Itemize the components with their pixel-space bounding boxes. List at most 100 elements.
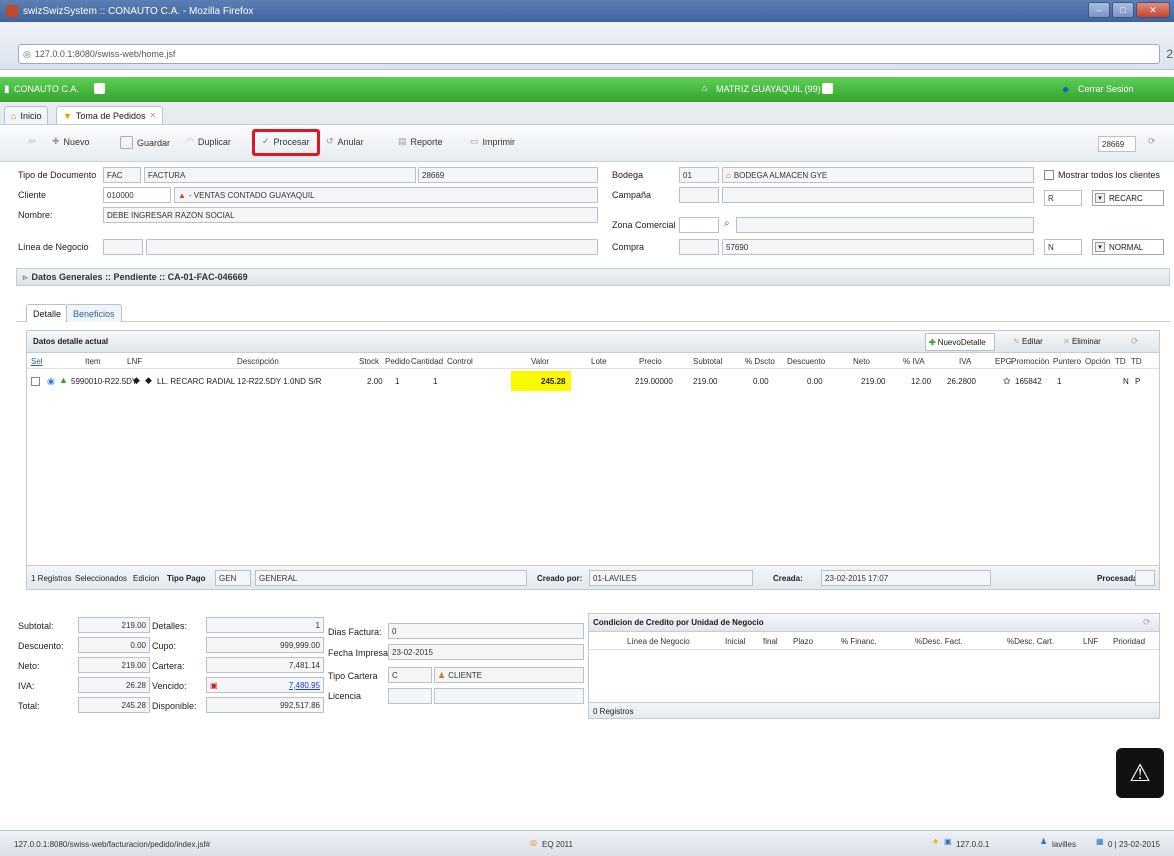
col-dscto[interactable]: % Dscto — [745, 357, 775, 366]
col-piva[interactable]: % IVA — [903, 357, 925, 366]
app-logo-icon[interactable]: ⚠ — [1116, 748, 1164, 798]
col-inicial[interactable]: Inicial — [725, 637, 745, 646]
logout-link[interactable]: Cerrar Sesión — [1078, 84, 1134, 94]
zona-comercial-code[interactable] — [679, 217, 719, 233]
col-control[interactable]: Control — [447, 357, 473, 366]
datos-generales-bar[interactable]: ▹ Datos Generales :: Pendiente :: CA-01-… — [16, 268, 1170, 286]
compra-label: Compra — [612, 242, 645, 252]
add-icon: ✚ — [929, 337, 936, 347]
disponible-value: 992,517.86 — [206, 697, 324, 713]
duplicate-button[interactable]: ◠ Duplicar — [186, 136, 231, 147]
col-epg[interactable]: EPG — [995, 357, 1012, 366]
close-window-button[interactable]: ✕ — [1136, 2, 1170, 18]
mostrar-todos-label: Mostrar todos los clientes — [1058, 170, 1161, 180]
company-dropdown[interactable] — [94, 83, 105, 94]
print-button[interactable]: ▭ Imprimir — [470, 136, 515, 147]
tab-toma-pedidos[interactable]: ▼ Toma de Pedidos ✕ — [56, 106, 164, 124]
mostrar-todos-checkbox[interactable] — [1044, 170, 1054, 180]
col-subtotal[interactable]: Subtotal — [693, 357, 722, 366]
browser-toolbar: ◎ 127.0.0.1:8080/swiss-web/home.jsf 2 — [0, 22, 1174, 70]
branch-dropdown[interactable] — [822, 83, 833, 94]
recarc-select[interactable]: ▾ RECARC — [1092, 190, 1164, 206]
col-puntero[interactable]: Puntero — [1053, 357, 1081, 366]
detalle-columns: Sel Item LNF Descripción Stock Pedido Ca… — [27, 353, 1159, 369]
star-icon[interactable]: ★ — [932, 837, 939, 846]
editar-button[interactable]: ✎ Editar — [1013, 337, 1043, 346]
refresh-icon[interactable]: ⟳ — [1143, 617, 1151, 628]
col-desc-fact[interactable]: %Desc. Fact. — [915, 637, 963, 646]
back-icon[interactable]: ⇦ — [28, 136, 36, 147]
normal-select[interactable]: ▾ NORMAL — [1092, 239, 1164, 255]
col-cantidad[interactable]: Cantidad — [411, 357, 443, 366]
col-lnf[interactable]: LNF — [127, 357, 142, 366]
tipo-documento-code[interactable]: FAC — [103, 167, 141, 183]
col-opcion[interactable]: Opción — [1085, 357, 1110, 366]
cliente-label: Cliente — [18, 190, 47, 200]
refresh-icon[interactable]: ⟳ — [1148, 136, 1156, 147]
report-button[interactable]: ▤ Reporte — [398, 136, 443, 147]
col-pedido[interactable]: Pedido — [385, 357, 410, 366]
col-linea-negocio[interactable]: Línea de Negocio — [627, 637, 690, 646]
sel2-code[interactable]: N — [1044, 239, 1082, 255]
void-button[interactable]: ↺ Anular — [326, 136, 364, 147]
tab-inicio[interactable]: ⌂ Inicio — [4, 106, 49, 124]
eye-icon[interactable]: ◉ — [47, 376, 55, 387]
address-bar[interactable]: ◎ 127.0.0.1:8080/swiss-web/home.jsf 2 — [18, 44, 1173, 64]
linea-negocio-code[interactable] — [103, 239, 143, 255]
cell-subtotal: 219.00 — [693, 377, 718, 386]
row-checkbox[interactable] — [31, 377, 40, 386]
col-neto[interactable]: Neto — [853, 357, 870, 366]
procesada-value — [1135, 570, 1155, 586]
bodega-code[interactable]: 01 — [679, 167, 719, 183]
fecha-impresa-label: Fecha Impresa: — [328, 648, 391, 658]
minimize-button[interactable]: – — [1088, 2, 1110, 18]
pdf-icon[interactable]: ▣ — [210, 681, 218, 690]
refresh-icon[interactable]: ⟳ — [1131, 336, 1139, 347]
save-button[interactable]: Guardar — [120, 136, 170, 149]
record-number-field[interactable]: 28669 — [1098, 136, 1136, 152]
sel1-code[interactable]: R — [1044, 190, 1082, 206]
vencido-link[interactable]: 7,480.95 — [289, 681, 320, 690]
col-final[interactable]: final — [763, 637, 778, 646]
col-plazo[interactable]: Plazo — [793, 637, 813, 646]
col-descripcion[interactable]: Descripción — [237, 357, 279, 366]
new-button[interactable]: ✚ Nuevo — [52, 136, 90, 147]
process-button[interactable]: ✓ Procesar — [262, 136, 310, 147]
tipo-pago-code[interactable]: GEN — [215, 570, 251, 586]
col-valor[interactable]: Valor — [531, 357, 549, 366]
campana-code[interactable] — [679, 187, 719, 203]
col-td1[interactable]: TD — [1115, 357, 1126, 366]
nombre-field[interactable]: DEBE INGRESAR RAZON SOCIAL — [103, 207, 598, 223]
cliente-code-input[interactable]: 010000 — [103, 187, 171, 203]
vencido-field: ▣ 7,480.95 — [206, 677, 324, 693]
close-tab-icon[interactable]: ✕ — [149, 111, 156, 120]
col-descuento[interactable]: Descuento — [787, 357, 825, 366]
cell-precio: 219.00000 — [635, 377, 673, 386]
tab-detalle[interactable]: Detalle — [26, 304, 69, 322]
edit-icon: ✎ — [1013, 337, 1020, 346]
col-promocion[interactable]: Promoción — [1011, 357, 1049, 366]
col-prioridad[interactable]: Prioridad — [1113, 637, 1145, 646]
col-item[interactable]: Item — [85, 357, 101, 366]
licencia-code — [388, 688, 432, 704]
maximize-button[interactable]: □ — [1112, 2, 1134, 18]
eliminar-button[interactable]: ✕ Eliminar — [1063, 337, 1101, 346]
tab-beneficios[interactable]: Beneficios — [66, 304, 122, 322]
col-financ[interactable]: % Financ. — [841, 637, 877, 646]
col-precio[interactable]: Precio — [639, 357, 662, 366]
col-desc-cart[interactable]: %Desc. Cart. — [1007, 637, 1054, 646]
table-row[interactable]: ◉ ▲ 5990010-R22.5DY ◆ ◆ LL. RECARC RADIA… — [27, 371, 1159, 391]
col-td2[interactable]: TD — [1131, 357, 1142, 366]
col-iva[interactable]: IVA — [959, 357, 971, 366]
descuento-value: 0.00 — [78, 637, 150, 653]
col-stock[interactable]: Stock — [359, 357, 379, 366]
nuevo-detalle-button[interactable]: ✚ NuevoDetalle — [925, 333, 995, 351]
search-icon[interactable]: ⌕ — [724, 218, 730, 229]
detalle-title: Datos detalle actual — [33, 337, 109, 346]
col-lote[interactable]: Lote — [591, 357, 607, 366]
company-name: CONAUTO C.A. — [14, 84, 79, 94]
col-sel[interactable]: Sel — [31, 357, 43, 366]
col-lnf[interactable]: LNF — [1083, 637, 1098, 646]
credito-title: Condicion de Credito por Unidad de Negoc… — [593, 618, 764, 627]
tipo-pago-name: GENERAL — [255, 570, 527, 586]
